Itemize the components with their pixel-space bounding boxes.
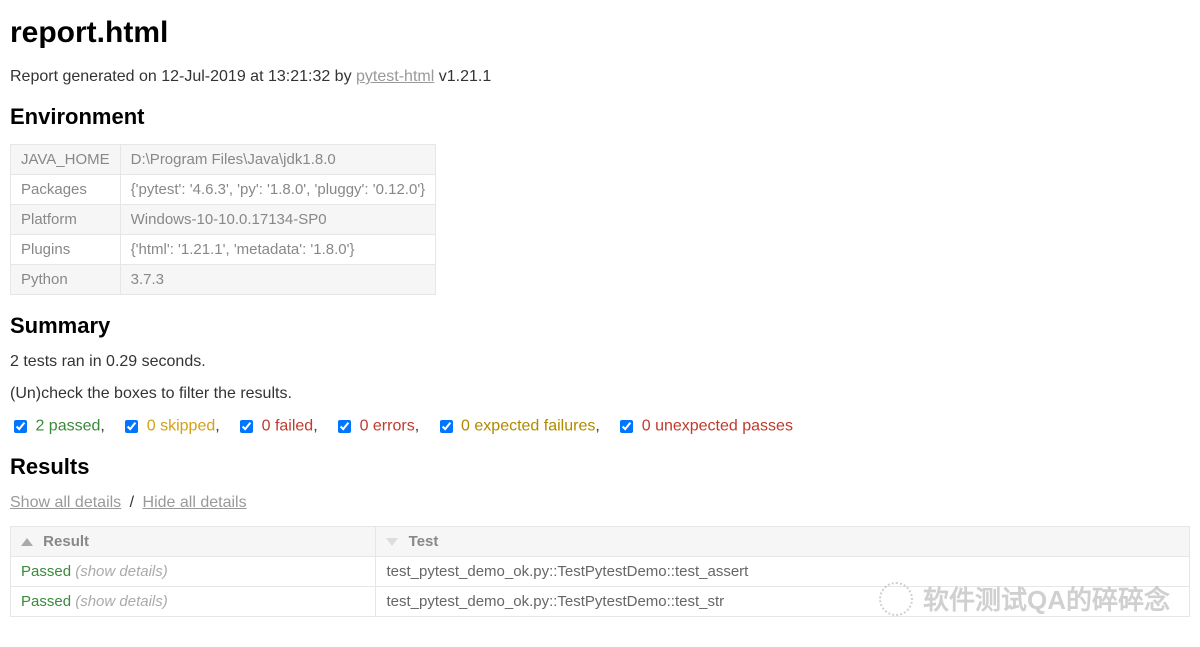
results-header-result-label: Result: [43, 533, 89, 550]
filter-expected-failures-label: 0 expected failures: [461, 418, 595, 435]
detail-links: Show all details / Hide all details: [10, 494, 1190, 512]
env-value: {'pytest': '4.6.3', 'py': '1.8.0', 'plug…: [120, 175, 436, 205]
table-row: Passed (show details) test_pytest_demo_o…: [11, 557, 1190, 587]
filter-errors-label: 0 errors: [360, 418, 415, 435]
hide-all-details-link[interactable]: Hide all details: [143, 494, 247, 511]
summary-filter-hint: (Un)check the boxes to filter the result…: [10, 385, 1190, 403]
env-key: Python: [11, 265, 121, 295]
results-table: Result Test Passed (show details) test_p…: [10, 526, 1190, 617]
sort-asc-icon: [21, 538, 33, 546]
env-value: 3.7.3: [120, 265, 436, 295]
filter-separator: ,: [215, 418, 219, 435]
filter-passed-label: 2 passed: [35, 418, 100, 435]
result-status: Passed: [21, 563, 71, 580]
filter-unexpected-passes-checkbox[interactable]: [620, 420, 633, 433]
filter-errors-checkbox[interactable]: [338, 420, 351, 433]
env-value: {'html': '1.21.1', 'metadata': '1.8.0'}: [120, 235, 436, 265]
show-details-link[interactable]: (show details): [75, 593, 168, 610]
summary-heading: Summary: [10, 313, 1190, 339]
summary-run-line: 2 tests ran in 0.29 seconds.: [10, 353, 1190, 371]
generated-time: 13:21:32: [268, 68, 330, 85]
result-status: Passed: [21, 593, 71, 610]
env-value: Windows-10-10.0.17134-SP0: [120, 205, 436, 235]
results-header-result[interactable]: Result: [11, 527, 376, 557]
filter-skipped-checkbox[interactable]: [125, 420, 138, 433]
results-header-test[interactable]: Test: [376, 527, 1190, 557]
detail-links-separator: /: [130, 494, 134, 511]
filter-expected-failures-checkbox[interactable]: [440, 420, 453, 433]
env-key: JAVA_HOME: [11, 145, 121, 175]
page-title: report.html: [10, 16, 1190, 50]
environment-table: JAVA_HOME D:\Program Files\Java\jdk1.8.0…: [10, 144, 436, 295]
show-details-link[interactable]: (show details): [75, 563, 168, 580]
filter-skipped-label: 0 skipped: [147, 418, 216, 435]
filter-separator: ,: [595, 418, 599, 435]
generated-by: by: [330, 68, 356, 85]
results-heading: Results: [10, 454, 1190, 480]
sort-desc-icon: [386, 538, 398, 546]
env-key: Platform: [11, 205, 121, 235]
filter-separator: ,: [313, 418, 317, 435]
show-all-details-link[interactable]: Show all details: [10, 494, 121, 511]
table-row: Platform Windows-10-10.0.17134-SP0: [11, 205, 436, 235]
table-row: Packages {'pytest': '4.6.3', 'py': '1.8.…: [11, 175, 436, 205]
test-name: test_pytest_demo_ok.py::TestPytestDemo::…: [376, 557, 1190, 587]
table-row: JAVA_HOME D:\Program Files\Java\jdk1.8.0: [11, 145, 436, 175]
generated-line: Report generated on 12-Jul-2019 at 13:21…: [10, 68, 1190, 86]
filter-failed-label: 0 failed: [262, 418, 314, 435]
filter-unexpected-passes-label: 0 unexpected passes: [642, 418, 793, 435]
filter-failed-checkbox[interactable]: [240, 420, 253, 433]
generated-prefix: Report generated on: [10, 68, 161, 85]
environment-heading: Environment: [10, 104, 1190, 130]
generated-version: v1.21.1: [434, 68, 491, 85]
generated-date: 12-Jul-2019: [161, 68, 246, 85]
env-value: D:\Program Files\Java\jdk1.8.0: [120, 145, 436, 175]
results-header-test-label: Test: [409, 533, 439, 550]
table-row: Passed (show details) test_pytest_demo_o…: [11, 587, 1190, 617]
generated-at: at: [246, 68, 268, 85]
table-row: Python 3.7.3: [11, 265, 436, 295]
env-key: Plugins: [11, 235, 121, 265]
filter-separator: ,: [100, 418, 104, 435]
table-row: Plugins {'html': '1.21.1', 'metadata': '…: [11, 235, 436, 265]
filter-bar: 2 passed, 0 skipped, 0 failed, 0 errors,…: [10, 417, 1190, 436]
filter-passed-checkbox[interactable]: [14, 420, 27, 433]
env-key: Packages: [11, 175, 121, 205]
filter-separator: ,: [415, 418, 419, 435]
pytest-html-link[interactable]: pytest-html: [356, 68, 434, 85]
test-name: test_pytest_demo_ok.py::TestPytestDemo::…: [376, 587, 1190, 617]
